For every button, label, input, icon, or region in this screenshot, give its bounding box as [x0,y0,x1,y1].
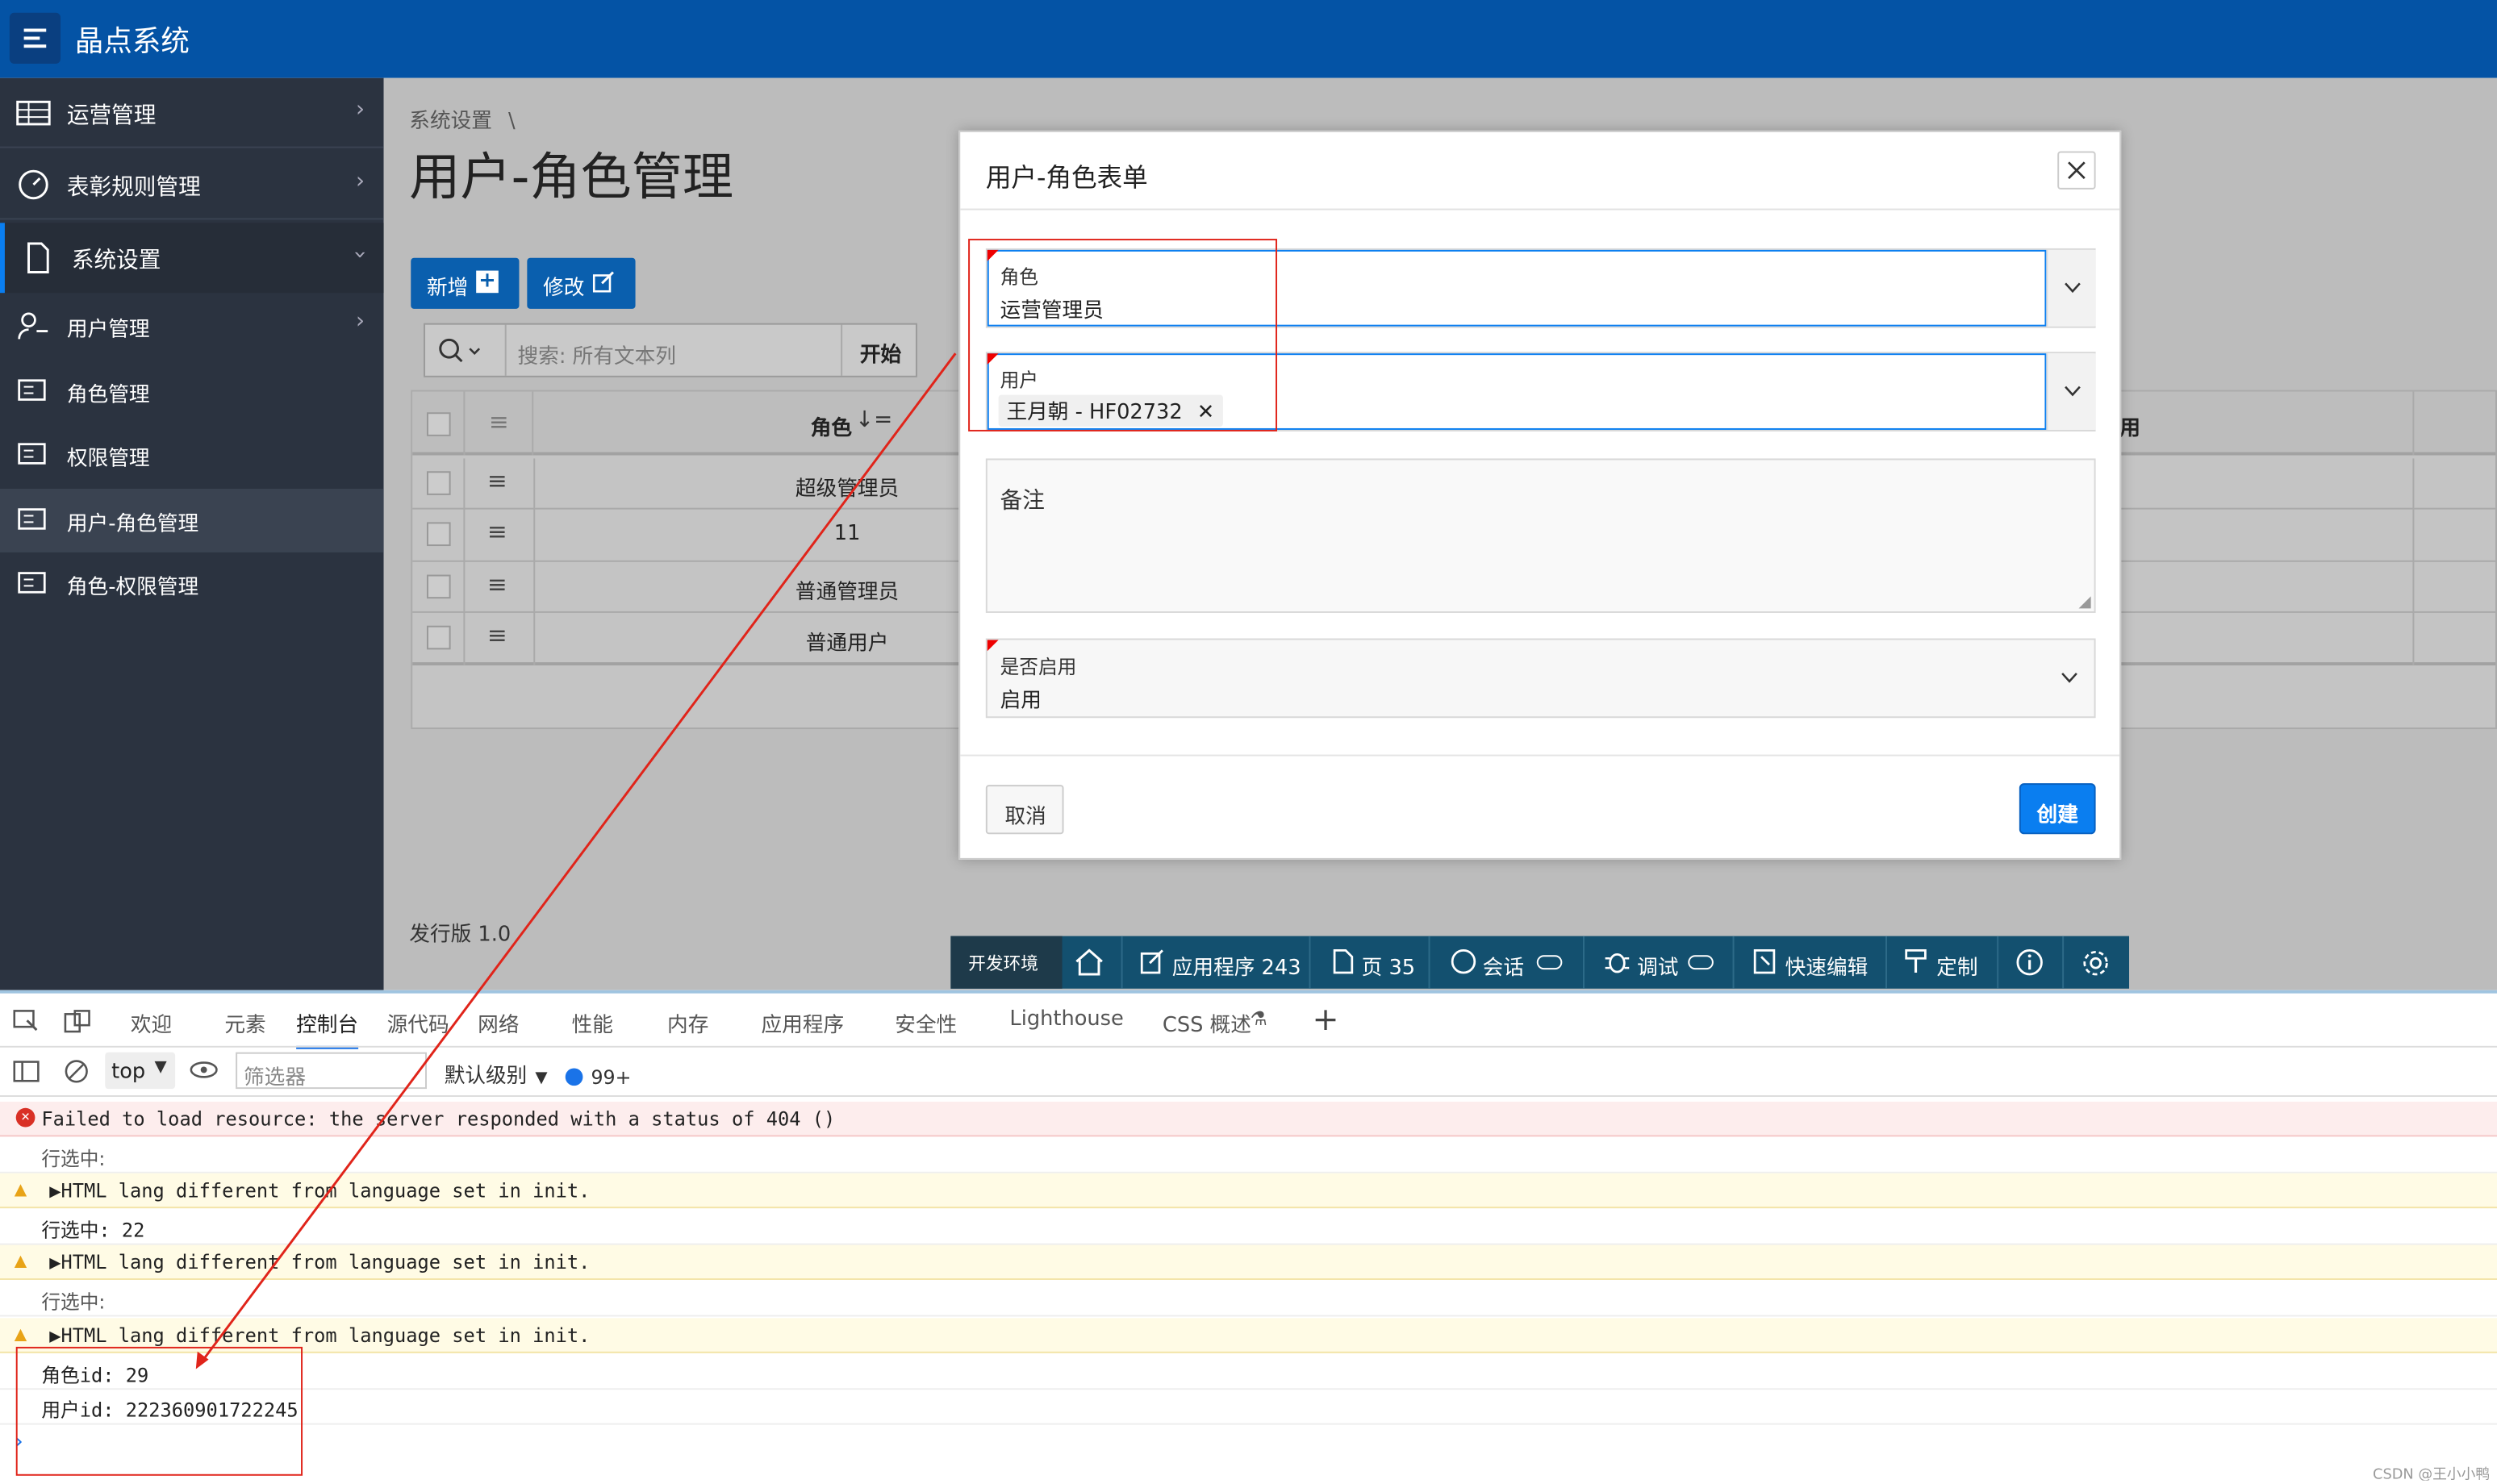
annotation-arrow [195,352,957,1369]
app-root: 晶点系统 运营管理 › 表彰规则管理 › 系统设置 › 用户管理 › 角色管理 … [0,0,2497,1481]
